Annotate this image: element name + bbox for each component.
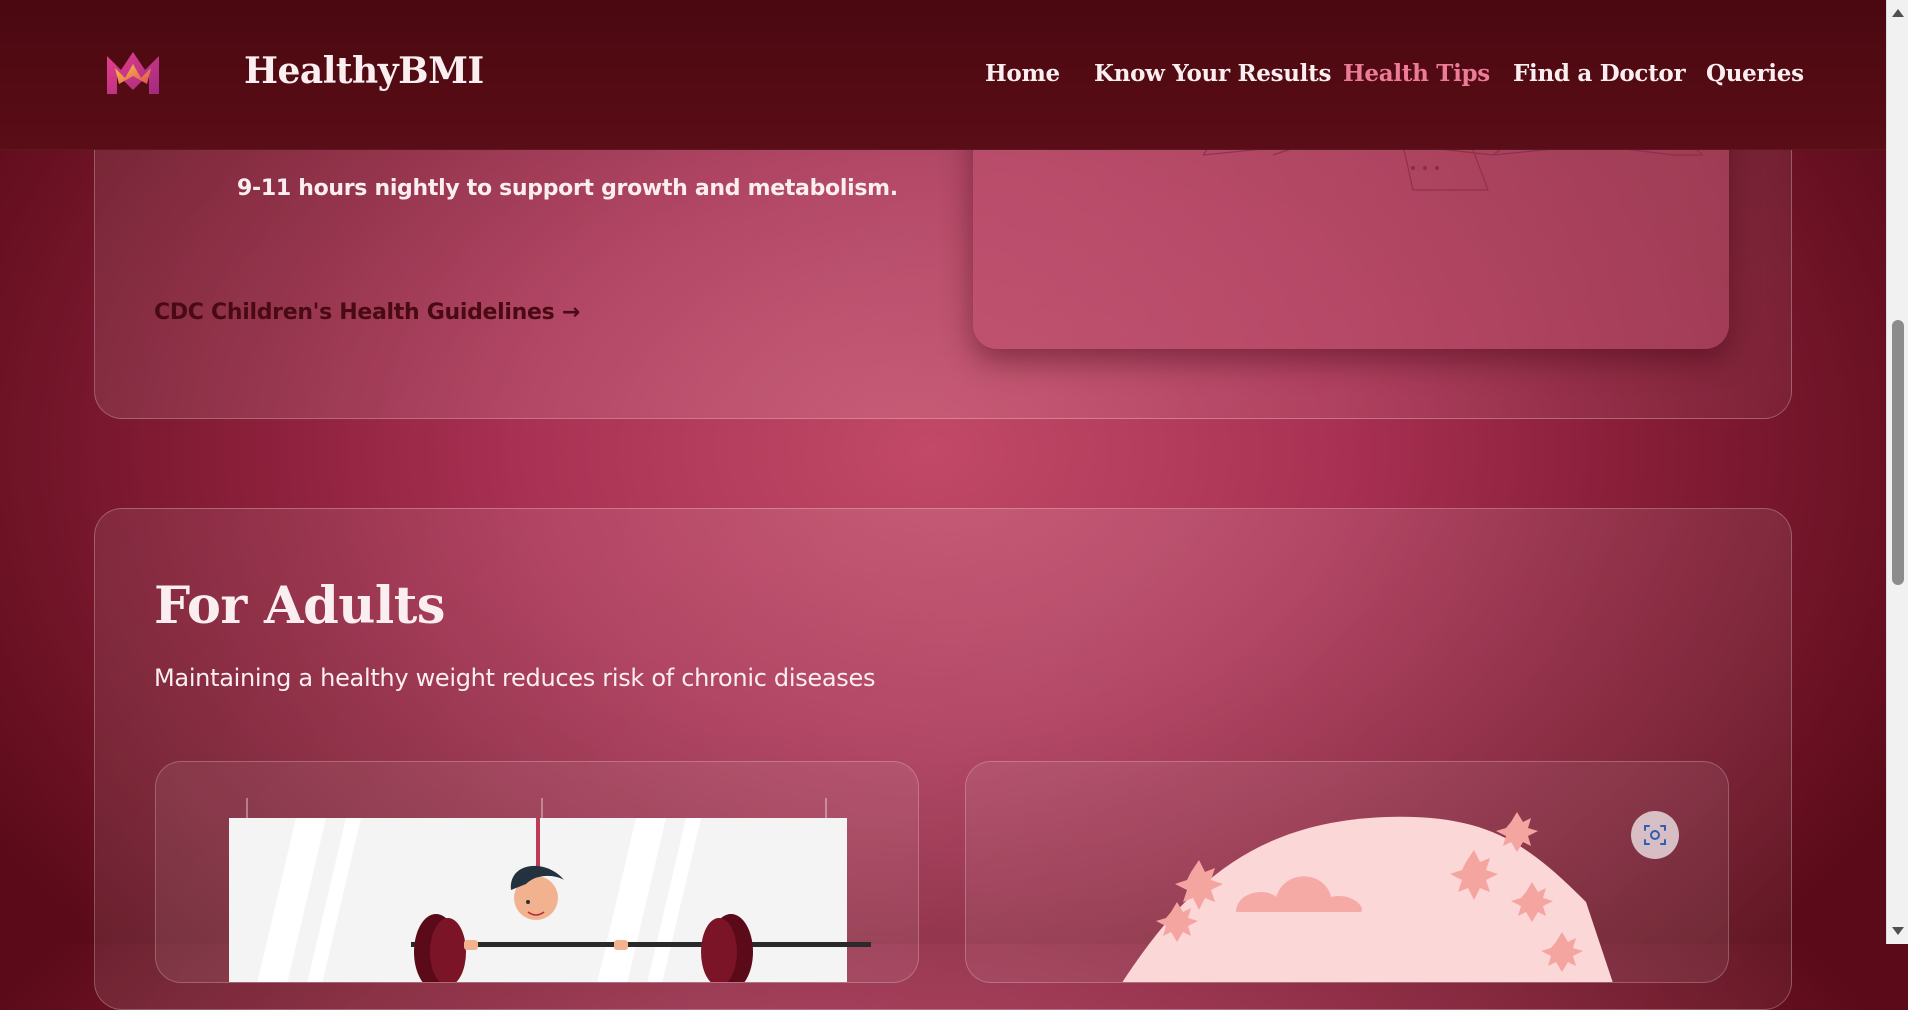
- scan-screen-button[interactable]: [1631, 811, 1679, 859]
- sleep-recommendation-text: 9-11 hours nightly to support growth and…: [237, 176, 898, 201]
- weightlifting-tile: [155, 761, 919, 983]
- cdc-guidelines-link[interactable]: CDC Children's Health Guidelines →: [154, 300, 580, 325]
- nav-item-find-a-doctor[interactable]: Find a Doctor: [1513, 60, 1686, 87]
- scroll-up-arrow-icon[interactable]: [1892, 9, 1904, 17]
- vertical-scrollbar[interactable]: [1886, 0, 1908, 944]
- nav-item-home[interactable]: Home: [985, 60, 1060, 87]
- site-header: HealthyBMI Home Know Your Results Health…: [0, 0, 1886, 150]
- nature-illustration: [1122, 812, 1613, 982]
- weightlifting-illustration: [229, 798, 871, 982]
- nav-item-health-tips[interactable]: Health Tips: [1343, 60, 1490, 87]
- scroll-down-arrow-icon[interactable]: [1892, 927, 1904, 935]
- scrollbar-thumb[interactable]: [1892, 320, 1904, 585]
- nav-item-queries[interactable]: Queries: [1706, 60, 1804, 87]
- adults-section-subtitle: Maintaining a healthy weight reduces ris…: [154, 664, 876, 692]
- nature-tile: [965, 761, 1729, 983]
- main-nav: Home Know Your Results Health Tips Find …: [0, 60, 1886, 92]
- nav-item-know-your-results[interactable]: Know Your Results: [1094, 60, 1331, 87]
- scan-screen-icon: [1644, 825, 1666, 845]
- adults-section-title: For Adults: [154, 576, 446, 636]
